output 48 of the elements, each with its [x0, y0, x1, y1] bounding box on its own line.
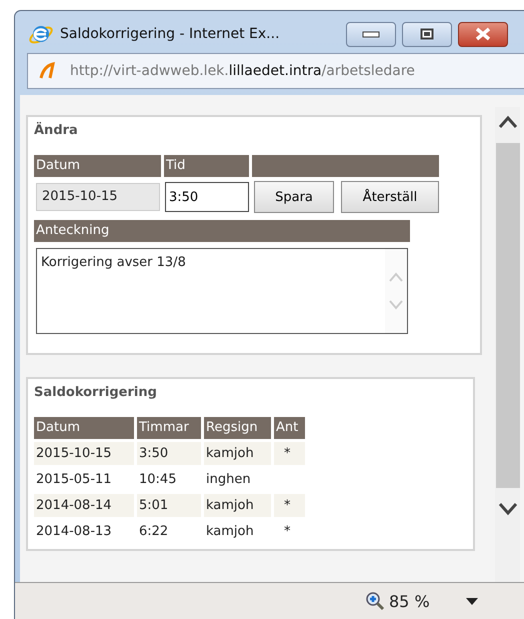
maximize-button[interactable] [402, 22, 452, 46]
table-cell-text: 10:45 [138, 471, 178, 489]
scrollbar[interactable] [495, 107, 520, 582]
dropdown-caret-icon[interactable] [466, 598, 478, 604]
table-cell: * [274, 494, 305, 517]
maximize-icon [420, 28, 434, 40]
site-logo-icon [38, 61, 58, 81]
save-button[interactable]: Spara [254, 181, 334, 213]
table-cell: 2014-08-14 [34, 494, 134, 517]
column-header: Timmar [137, 417, 201, 439]
table-cell-text: kamjoh [205, 523, 255, 541]
scroll-down-icon [388, 300, 404, 310]
note-header: Anteckning [34, 220, 410, 242]
column-header: Regsign [204, 417, 271, 439]
table-cell: 5:01 [137, 494, 201, 517]
window-title: Saldokorrigering - Internet Ex... [60, 26, 281, 42]
table-cell: 3:50 [137, 442, 201, 465]
column-header: Ant [274, 417, 305, 439]
table-cell-text: 2015-05-11 [35, 471, 113, 489]
time-input[interactable]: 3:50 [165, 182, 249, 212]
table-cell: 2015-10-15 [34, 442, 134, 465]
close-button[interactable] [458, 22, 508, 46]
panel-heading: Ändra [34, 123, 79, 138]
table-cell-text: * [283, 523, 292, 541]
reset-button[interactable]: Återställ [341, 181, 439, 213]
zoom-icon[interactable] [365, 591, 385, 611]
note-textarea[interactable]: Korrigering avser 13/8 [36, 248, 408, 334]
table-cell-text: 2014-08-13 [35, 523, 113, 541]
scroll-down-icon[interactable] [498, 502, 518, 516]
scroll-up-icon[interactable] [498, 115, 518, 129]
minimize-icon [362, 30, 380, 38]
address-bar[interactable]: http://virt-adwweb.lek.lillaedet.intra/arbetsledare [27, 53, 524, 89]
column-header: Tid [164, 155, 249, 177]
table-cell: kamjoh [204, 442, 271, 465]
url-text: http://virt-adwweb.lek.lillaedet.intra/arbetsledare [70, 63, 415, 79]
close-icon [474, 27, 492, 41]
scroll-up-icon [388, 272, 404, 282]
panel-heading: Saldokorrigering [34, 385, 158, 400]
column-header: Datum [34, 155, 161, 177]
table-cell-text: 6:22 [138, 523, 170, 541]
column-header: Datum [34, 417, 134, 439]
zoom-level[interactable]: 85 % [389, 592, 430, 610]
table-cell: kamjoh [204, 494, 271, 517]
table-cell-text: inghen [205, 471, 252, 489]
minimize-button[interactable] [346, 22, 396, 46]
scrollbar-thumb[interactable] [496, 143, 520, 488]
table-cell: * [274, 442, 305, 465]
date-field: 2015-10-15 [36, 183, 160, 211]
